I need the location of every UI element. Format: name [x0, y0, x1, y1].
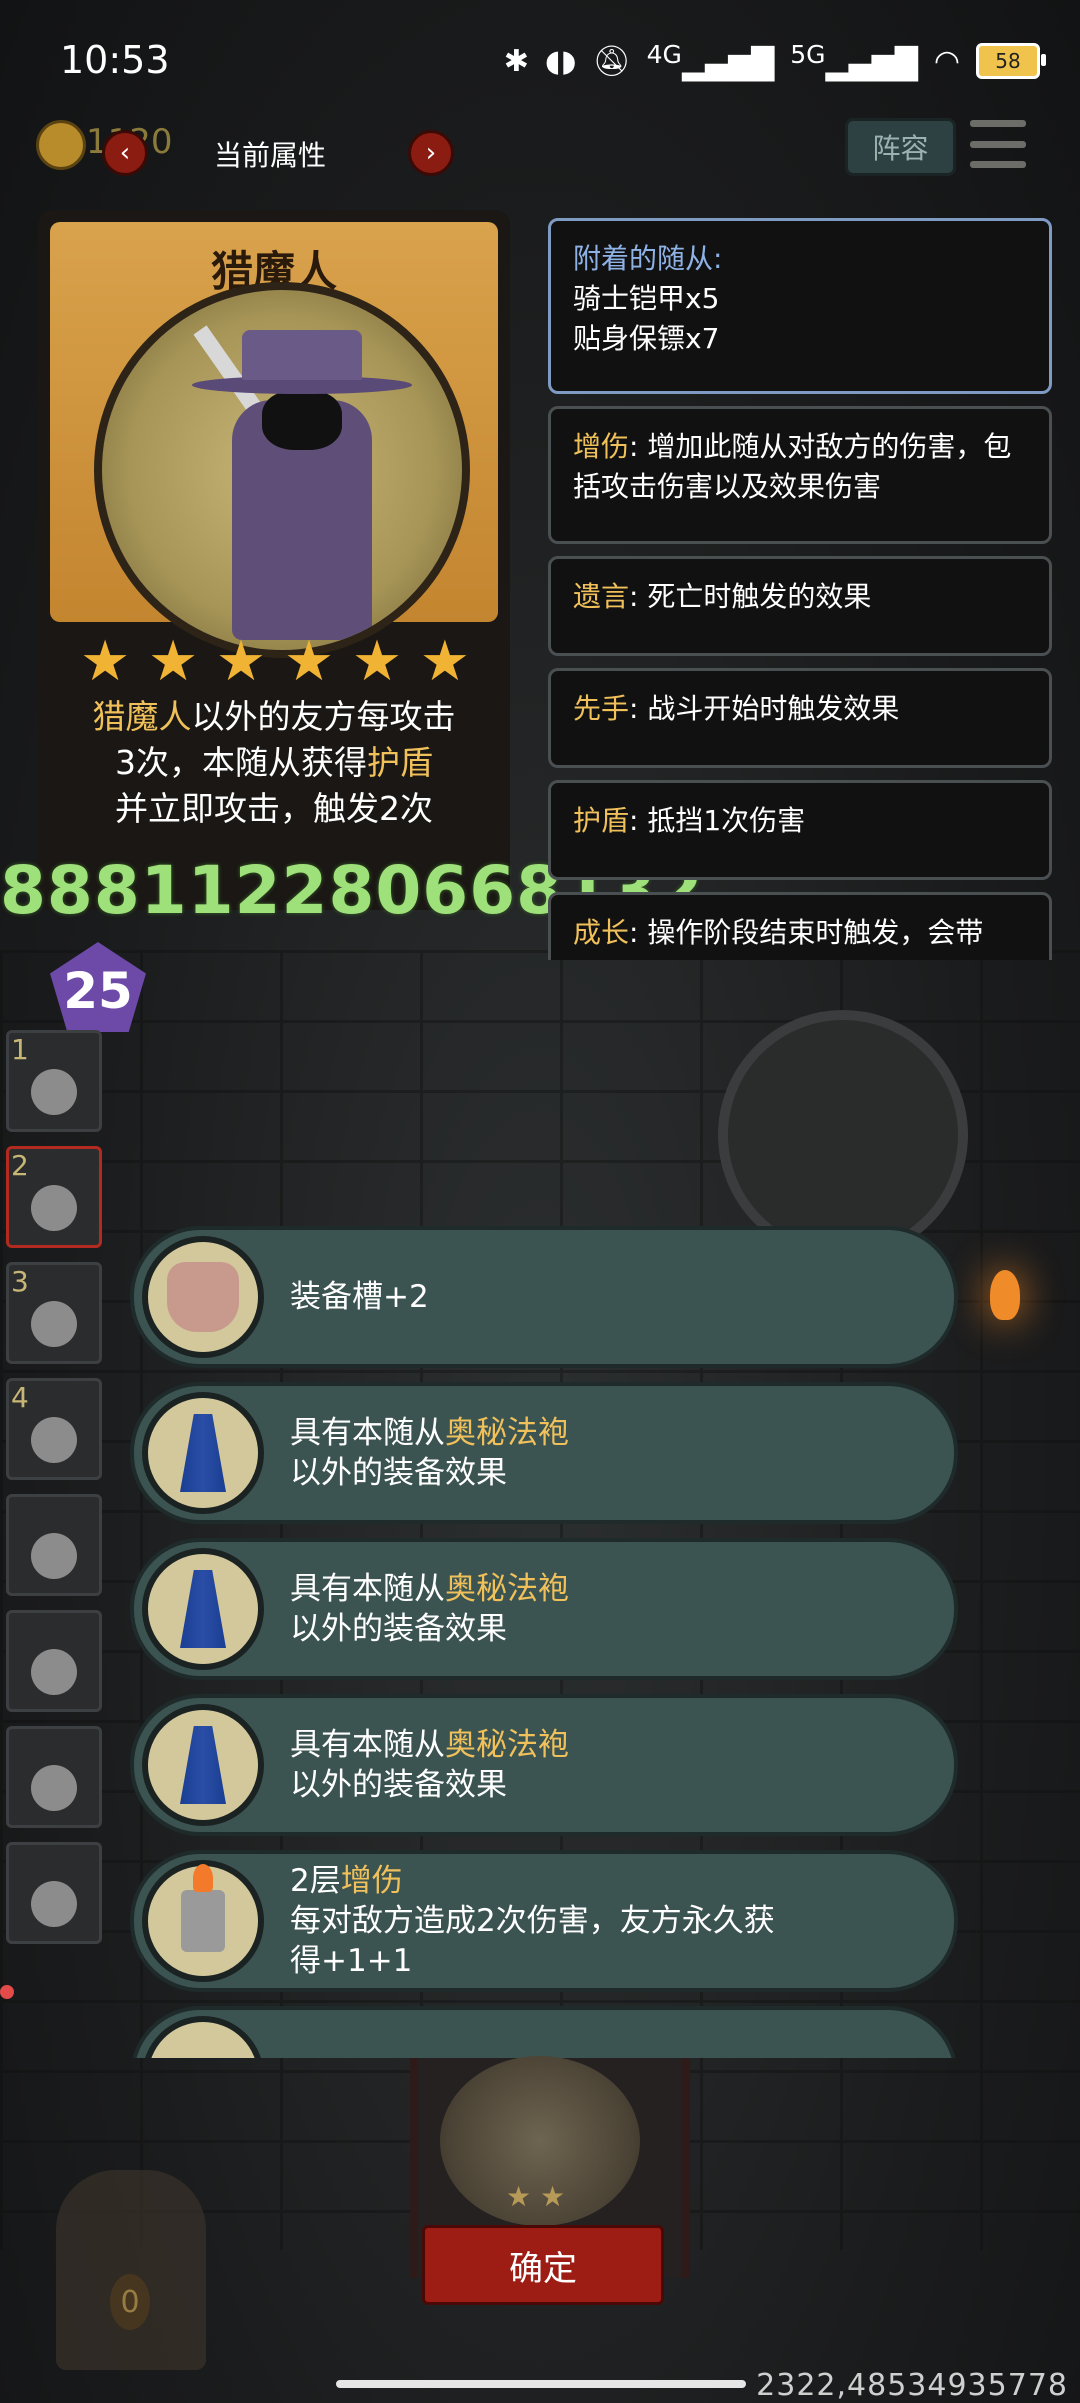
- lineup-button[interactable]: 阵容: [845, 118, 956, 176]
- star-icon: ★: [351, 629, 403, 694]
- coordinate-readout: 2322,48534935778: [756, 2368, 1068, 2403]
- desc-line2: 3次，本随从获得: [115, 743, 367, 782]
- hero-face: [262, 390, 342, 450]
- hunter-portrait: [94, 282, 470, 658]
- status-bar: 10:53 ✱ ◖◗ 🔕︎ 4G▂▄▆█ 5G▂▄▆█ ◠ 58: [0, 0, 1080, 110]
- level-badge: 25: [50, 942, 146, 1032]
- star-icon: ★: [80, 629, 131, 694]
- attached-minions: 附着的随从: 骑士铠甲x5 贴身保镖x7: [548, 218, 1052, 394]
- attached-title: 附着的随从:: [573, 242, 723, 275]
- desc-line1: 以外的友方每攻击: [191, 697, 456, 736]
- prev-attribute-button[interactable]: ‹: [102, 130, 148, 176]
- attached-item: 骑士铠甲x5: [573, 282, 720, 315]
- status-icons: ✱ ◖◗ 🔕︎ 4G▂▄▆█ 5G▂▄▆█ ◠ 58: [503, 40, 1046, 82]
- robe-icon: [142, 1392, 264, 1514]
- earbuds-icon: ◖◗: [544, 43, 577, 79]
- notification-dot: [0, 1985, 14, 1999]
- option-list[interactable]: 装备槽+2 具有本随从奥秘法袍 以外的装备效果 具有本随从奥秘法袍 以外的装备效果 …: [0, 1200, 1080, 2058]
- robe-icon: [142, 1704, 264, 1826]
- star-icon: ★: [215, 629, 267, 694]
- robe-icon: [142, 1548, 264, 1670]
- desc-shield-ref: 护盾: [367, 743, 433, 782]
- star-icon: ★: [147, 629, 199, 694]
- clock: 10:53: [60, 38, 170, 82]
- option-robe-effect[interactable]: 具有本随从奥秘法袍 以外的装备效果: [130, 1382, 958, 1524]
- attribute-title: 当前属性: [214, 139, 327, 172]
- signal-5g: 5G▂▄▆█: [790, 40, 918, 82]
- option-partial[interactable]: [130, 2006, 958, 2058]
- hero-card: 猎魔人 ★ ★ ★ ★ ★ ★ 猎魔人以外的友方每攻击 3次，本随从获得护盾 并…: [38, 210, 510, 910]
- mute-icon: 🔕︎: [592, 43, 631, 79]
- star-rating: ★ ★ ★ ★ ★ ★: [80, 634, 470, 690]
- option-robe-effect[interactable]: 具有本随从奥秘法袍 以外的装备效果: [130, 1538, 958, 1680]
- keyword-first-strike: 先手: 战斗开始时触发效果: [548, 668, 1052, 768]
- next-attribute-button[interactable]: ›: [408, 130, 454, 176]
- armor-icon: [142, 1236, 264, 1358]
- option-robe-effect[interactable]: 具有本随从奥秘法袍 以外的装备效果: [130, 1694, 958, 1836]
- chest-counter: 0: [110, 2274, 150, 2330]
- keyword-damage-boost: 增伤: 增加此随从对敌方的伤害，包括攻击伤害以及效果伤害: [548, 406, 1052, 544]
- menu-icon[interactable]: [970, 120, 1026, 168]
- desc-hero-ref: 猎魔人: [92, 697, 192, 736]
- bluetooth-icon: ✱: [503, 43, 529, 79]
- home-indicator[interactable]: [336, 2380, 746, 2388]
- keyword-shield: 护盾: 抵挡1次伤害: [548, 780, 1052, 880]
- star-icon: ★: [419, 629, 470, 694]
- game-top-bar: 1120 ‹ 当前属性 › 阵容: [0, 108, 1080, 188]
- hero-description: 猎魔人以外的友方每攻击 3次，本随从获得护盾 并立即攻击，触发2次: [58, 694, 490, 832]
- confirm-button[interactable]: 确定: [422, 2225, 664, 2305]
- coin-icon: [36, 120, 86, 170]
- signal-4g: 4G▂▄▆█: [646, 40, 775, 82]
- reward-stars: ★ ★: [506, 2180, 566, 2213]
- roster-slot[interactable]: 1: [6, 1030, 102, 1132]
- chest[interactable]: 0: [56, 2170, 206, 2370]
- minion-icon: [31, 1069, 77, 1115]
- option-equipment-slot[interactable]: 装备槽+2: [130, 1226, 958, 1368]
- wifi-icon: ◠: [933, 43, 960, 79]
- option-damage-boost[interactable]: 2层增伤 每对敌方造成2次伤害，友方永久获 得+1+1: [130, 1850, 958, 1992]
- desc-line3: 并立即攻击，触发2次: [115, 789, 433, 828]
- keyword-deathrattle: 遗言: 死亡时触发的效果: [548, 556, 1052, 656]
- level-number: 25: [63, 962, 133, 1020]
- keyword-growth: 成长: 操作阶段结束时触发，会带: [548, 892, 1052, 960]
- lighter-icon: [142, 1860, 264, 1982]
- blade-icon: [142, 2016, 264, 2058]
- hat-icon: [242, 330, 362, 380]
- battery-icon: 58: [976, 43, 1046, 79]
- attached-item: 贴身保镖x7: [573, 322, 720, 355]
- star-icon: ★: [283, 629, 335, 694]
- keyword-panel[interactable]: 附着的随从: 骑士铠甲x5 贴身保镖x7 增伤: 增加此随从对敌方的伤害，包括攻…: [540, 210, 1060, 960]
